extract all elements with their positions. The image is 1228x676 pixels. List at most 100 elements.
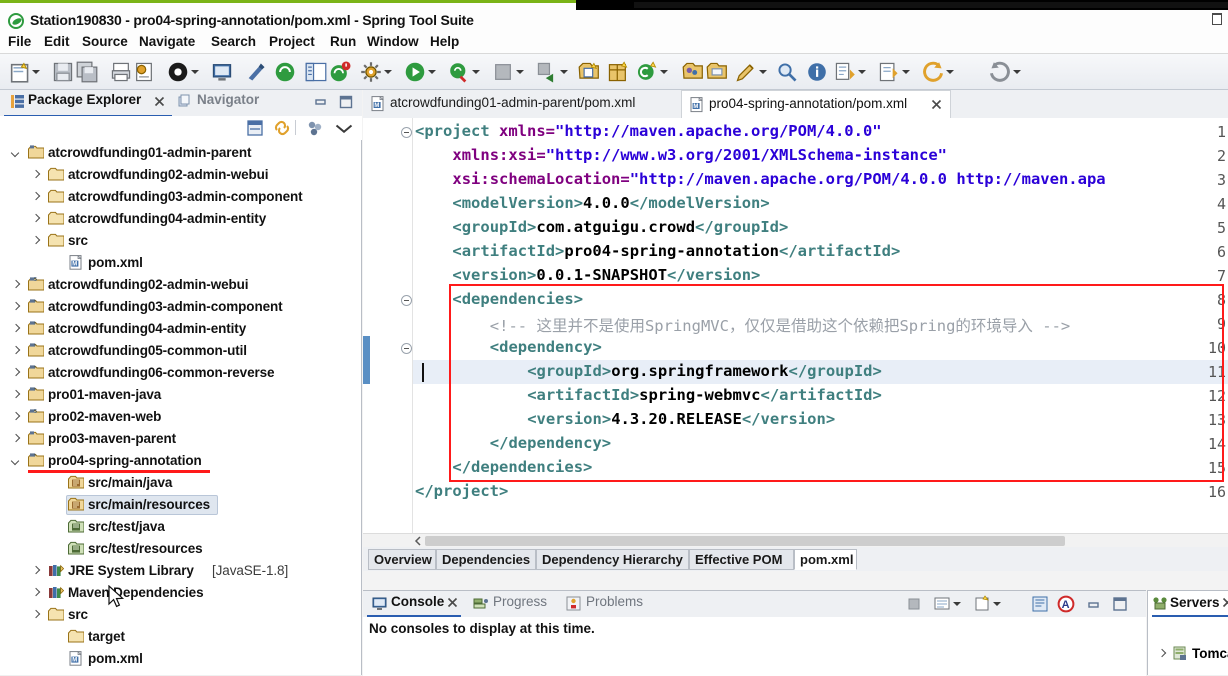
editor-horizontal-scrollbar[interactable] bbox=[363, 533, 1228, 547]
pom-tab[interactable]: Dependencies bbox=[436, 549, 536, 570]
tree-item[interactable]: 5 pro02-maven-web bbox=[0, 406, 360, 428]
tree-item[interactable]: atcrowdfunding02-admin-webui bbox=[0, 164, 360, 186]
chevron-right-icon[interactable] bbox=[12, 303, 20, 311]
tree-item[interactable]: src bbox=[0, 604, 360, 626]
tree-item[interactable]: atcrowdfunding04-admin-entity bbox=[0, 318, 360, 340]
fold-toggle-icon[interactable] bbox=[401, 127, 412, 138]
display-console-icon[interactable] bbox=[933, 595, 951, 613]
project-tree[interactable]: atcrowdfunding01-admin-parent atcrowdfund… bbox=[0, 140, 360, 675]
dropdown-arrow-icon[interactable] bbox=[384, 70, 392, 74]
collapse-all-icon[interactable] bbox=[246, 119, 264, 137]
dropdown-arrow-icon[interactable] bbox=[660, 70, 668, 74]
dropdown-arrow-icon[interactable] bbox=[516, 70, 524, 74]
search-ref-button[interactable] bbox=[776, 61, 798, 83]
run-button[interactable] bbox=[404, 61, 426, 83]
tree-item[interactable]: pro04-spring-annotation bbox=[0, 450, 360, 473]
tree-item[interactable]: src/test/java bbox=[0, 516, 360, 538]
tree-item[interactable]: src/main/java bbox=[0, 472, 360, 494]
debug-button[interactable] bbox=[448, 61, 470, 83]
chevron-right-icon[interactable] bbox=[32, 589, 40, 597]
dropdown-arrow-icon[interactable] bbox=[902, 70, 910, 74]
console-tab[interactable]: Console bbox=[391, 594, 444, 609]
menu-item-source[interactable]: Source bbox=[82, 34, 128, 49]
chevron-right-icon[interactable] bbox=[12, 325, 20, 333]
dropdown-arrow-icon[interactable] bbox=[946, 70, 954, 74]
dropdown-arrow-icon[interactable] bbox=[428, 70, 436, 74]
pom-tab[interactable]: Dependency Hierarchy bbox=[536, 549, 689, 570]
dropdown-arrow-icon[interactable] bbox=[858, 70, 866, 74]
fold-toggle-icon[interactable] bbox=[401, 343, 412, 354]
code-line[interactable]: <project xmlns="http://maven.apache.org/… bbox=[415, 122, 882, 140]
console-tab[interactable]: Progress bbox=[493, 594, 547, 609]
menu-item-file[interactable]: File bbox=[8, 34, 31, 49]
chevron-right-icon[interactable] bbox=[12, 391, 20, 399]
run-spring-button[interactable] bbox=[274, 61, 296, 83]
editor-tab[interactable]: Matcrowdfunding01-admin-parent/pom.xml bbox=[363, 90, 681, 118]
forward-button[interactable] bbox=[989, 61, 1011, 83]
chevron-right-icon[interactable] bbox=[12, 281, 20, 289]
tree-item[interactable]: JRE System Library [JavaSE-1.8] bbox=[0, 560, 360, 582]
dropdown-arrow-icon[interactable] bbox=[472, 70, 480, 74]
tree-item[interactable]: atcrowdfunding03-admin-component bbox=[0, 296, 360, 318]
tree-item[interactable]: Mpom.xml bbox=[0, 648, 360, 670]
tree-item[interactable]: Mpom.xml bbox=[0, 252, 360, 274]
pom-tab[interactable]: pom.xml bbox=[794, 549, 857, 570]
scroll-thumb[interactable] bbox=[425, 536, 1065, 546]
stop-button[interactable] bbox=[492, 61, 514, 83]
close-icon[interactable] bbox=[154, 96, 165, 107]
code-area[interactable]: 1 <project xmlns="http://maven.apache.org… bbox=[363, 118, 1228, 533]
close-icon[interactable] bbox=[1222, 597, 1228, 608]
dropdown-arrow-icon[interactable] bbox=[953, 602, 961, 606]
print-button[interactable] bbox=[110, 61, 132, 83]
back-button[interactable] bbox=[922, 61, 944, 83]
focus-icon[interactable] bbox=[306, 119, 324, 137]
maximize-icon[interactable] bbox=[1111, 595, 1129, 613]
tree-item[interactable]: atcrowdfunding03-admin-component bbox=[0, 186, 360, 208]
window-close-icon[interactable] bbox=[1210, 12, 1224, 26]
pom-tab[interactable]: Overview bbox=[368, 549, 436, 570]
build-all-button[interactable] bbox=[133, 61, 155, 83]
chevron-right-icon[interactable] bbox=[12, 347, 20, 355]
chevron-right-icon[interactable] bbox=[12, 413, 20, 421]
link-editor-icon[interactable] bbox=[273, 119, 291, 137]
close-icon[interactable] bbox=[931, 99, 942, 110]
menu-item-edit[interactable]: Edit bbox=[44, 34, 70, 49]
external-tools-button[interactable] bbox=[360, 61, 382, 83]
chevron-right-icon[interactable] bbox=[1158, 650, 1166, 658]
tree-item[interactable]: atcrowdfunding05-common-util bbox=[0, 340, 360, 362]
menu-item-run[interactable]: Run bbox=[330, 34, 356, 49]
perspective-button[interactable] bbox=[305, 61, 327, 83]
terminate-icon[interactable] bbox=[905, 595, 923, 613]
pin-console-icon[interactable] bbox=[1031, 595, 1049, 613]
chevron-right-icon[interactable] bbox=[32, 611, 40, 619]
code-line[interactable]: <modelVersion>4.0.0</modelVersion> bbox=[452, 194, 769, 212]
tree-item[interactable]: 5 atcrowdfunding02-admin-webui bbox=[0, 274, 360, 296]
server-row-tomcat[interactable]: Tomca bbox=[1148, 643, 1228, 665]
info-button[interactable] bbox=[806, 61, 828, 83]
tree-item[interactable]: atcrowdfunding04-admin-entity bbox=[0, 208, 360, 230]
code-line[interactable]: </project> bbox=[415, 482, 508, 500]
save-all-button[interactable] bbox=[76, 61, 98, 83]
console-output[interactable]: No consoles to display at this time. bbox=[363, 617, 1146, 676]
minimize-icon[interactable] bbox=[314, 96, 328, 109]
chevron-right-icon[interactable] bbox=[12, 435, 20, 443]
new-java-project-button[interactable] bbox=[578, 61, 600, 83]
minimize-icon[interactable] bbox=[1085, 595, 1103, 613]
console-button[interactable] bbox=[211, 61, 233, 83]
scroll-lock-icon[interactable]: A bbox=[1057, 595, 1075, 613]
open-task-button[interactable] bbox=[706, 61, 728, 83]
tree-item[interactable]: target bbox=[0, 626, 360, 648]
chevron-right-icon[interactable] bbox=[12, 369, 20, 377]
tree-item[interactable]: src/test/resources bbox=[0, 538, 360, 560]
next-annotation-button[interactable] bbox=[834, 61, 856, 83]
code-line[interactable]: <version>0.0.1-SNAPSHOT</version> bbox=[452, 266, 760, 284]
chevron-down-icon[interactable] bbox=[12, 149, 20, 157]
new-package-button[interactable] bbox=[607, 61, 629, 83]
tree-item[interactable]: pro01-maven-java bbox=[0, 384, 360, 406]
code-line[interactable]: <groupId>com.atguigu.crowd</groupId> bbox=[452, 218, 788, 236]
tree-item[interactable]: src bbox=[0, 230, 360, 252]
spring-boot-dashboard-button[interactable] bbox=[167, 61, 189, 83]
open-console-icon[interactable] bbox=[973, 595, 991, 613]
step-button[interactable] bbox=[536, 61, 558, 83]
menu-item-window[interactable]: Window bbox=[367, 34, 419, 49]
